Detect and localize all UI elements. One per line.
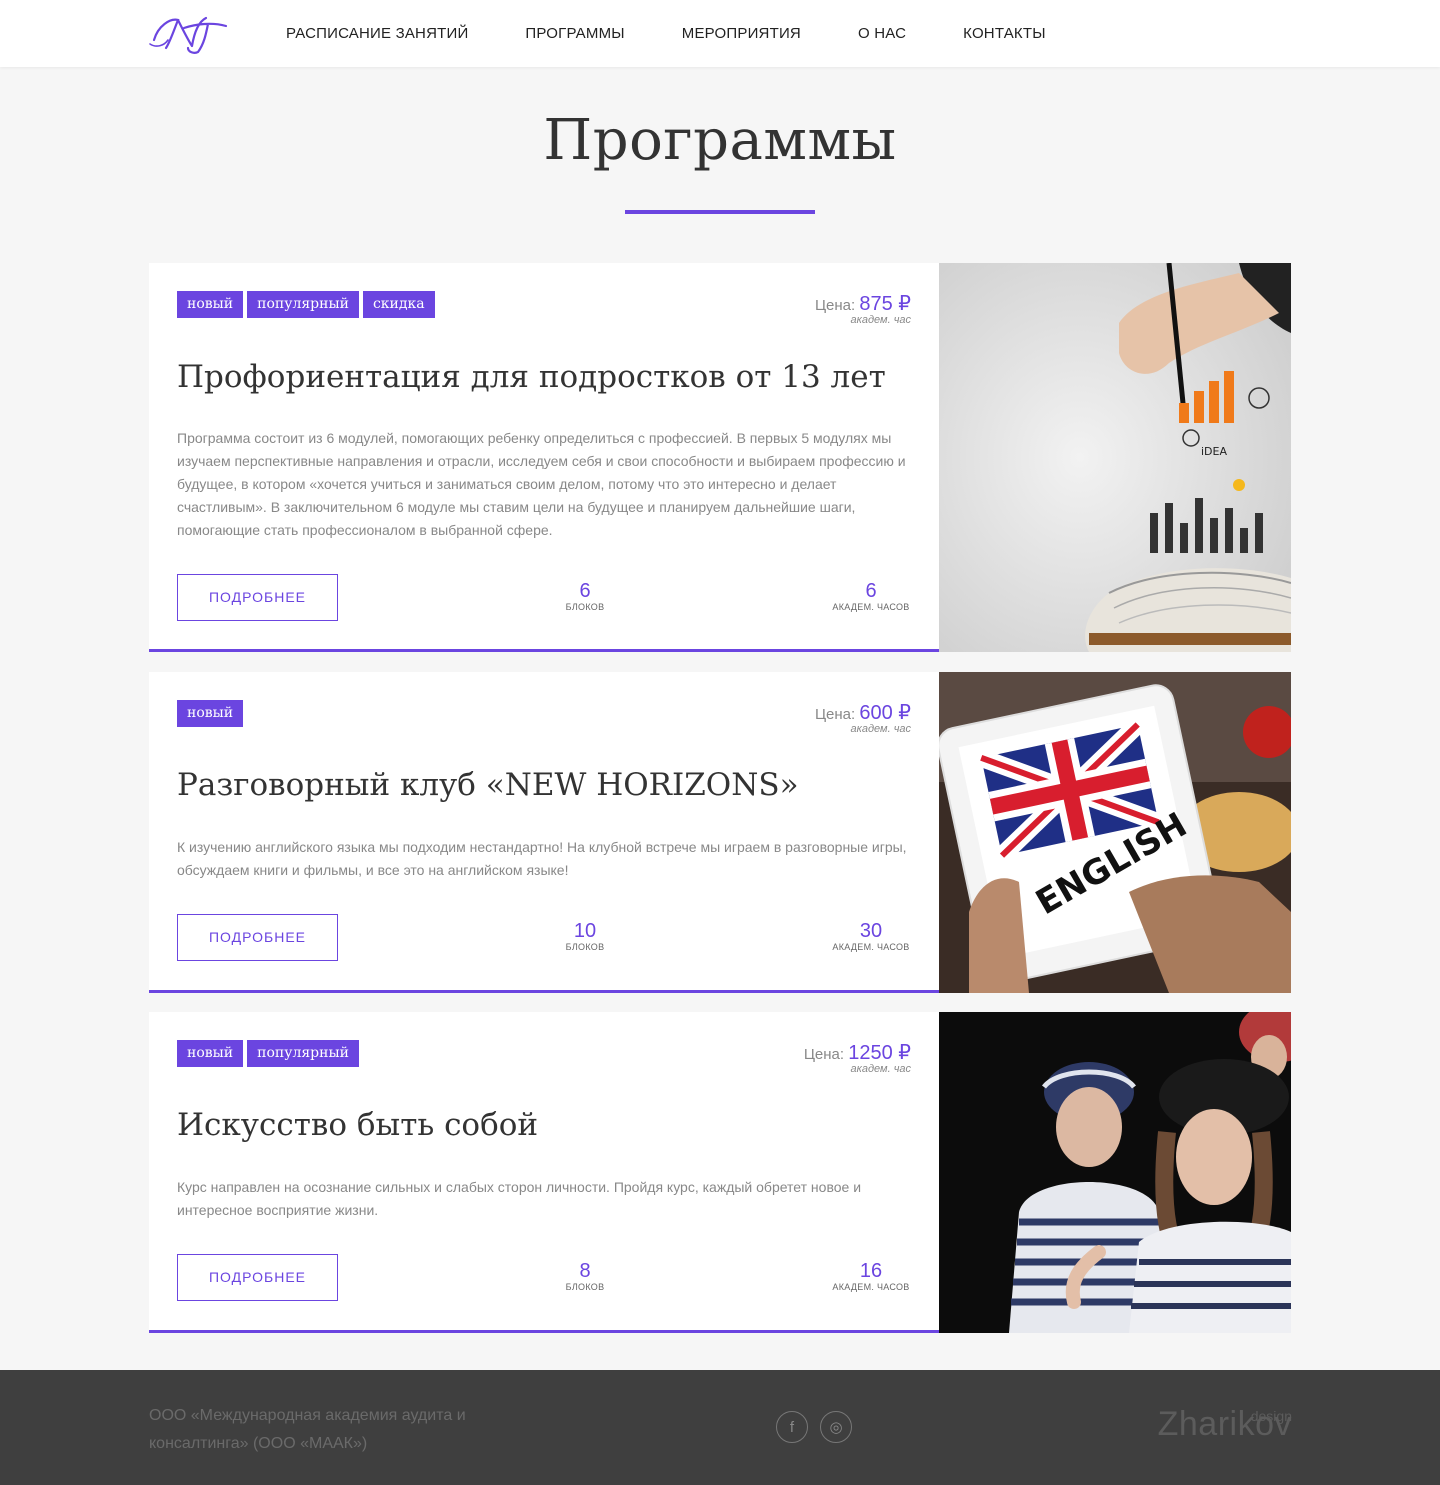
tag-discount[interactable]: скидка [362,291,435,318]
blocks-stat: 6 блоков [535,580,635,612]
price-block: Цена: 1250 ₽ академ. час [804,1040,911,1075]
hours-value: 30 [859,920,883,942]
price-value: 1250 ₽ [848,1042,911,1064]
blocks-label: блоков [565,942,605,952]
program-card: новый популярный Цена: 1250 ₽ академ. ча… [149,1012,1291,1333]
nav-item-about[interactable]: О нас [858,25,906,42]
program-description: Курс направлен на осознание сильных и сл… [177,1179,862,1218]
hours-value: 6 [865,580,877,602]
designer-logo[interactable]: design Zharikov [1150,1396,1292,1456]
nav-item-events[interactable]: Мероприятия [682,25,801,42]
hours-label: академ. часов [832,942,910,952]
page-title: Программы [543,108,897,173]
blocks-label: блоков [565,602,605,612]
tag-list: новый популярный скидка [177,291,435,318]
blocks-value: 6 [579,580,591,602]
tag-list: новый популярный [177,1040,359,1067]
blocks-label: блоков [565,1282,605,1292]
nav-item-contacts[interactable]: Контакты [963,25,1046,42]
blocks-stat: 8 блоков [535,1260,635,1292]
program-image-english: ENGLISH [939,672,1291,993]
tag-popular[interactable]: популярный [247,291,359,318]
blocks-stat: 10 блоков [535,920,635,952]
tag-popular[interactable]: популярный [247,1040,359,1067]
program-image-girls [939,1012,1291,1333]
program-card: новый Цена: 600 ₽ академ. час Разговорны… [149,672,1291,993]
program-card-body: новый популярный Цена: 1250 ₽ академ. ча… [149,1012,939,1333]
program-title[interactable]: Профориентация для подростков от 13 лет [177,359,886,395]
hours-value: 16 [859,1260,883,1282]
tag-new[interactable]: новый [177,291,244,318]
site-footer: ООО «Международная академия аудита и кон… [0,1370,1440,1485]
hours-label: академ. часов [832,1282,910,1292]
hours-label: академ. часов [832,602,910,612]
program-title[interactable]: Разговорный клуб «NEW HORIZONS» [177,767,799,803]
title-underline [625,210,815,214]
program-title[interactable]: Искусство быть собой [177,1107,538,1143]
hours-stat: 6 академ. часов [821,580,921,612]
hours-stat: 30 академ. часов [821,920,921,952]
program-image-career: iDEA [939,263,1291,652]
company-name: ООО «Международная академия аудита и кон… [149,1407,466,1452]
program-card: новый популярный скидка Цена: 875 ₽ акад… [149,263,1291,652]
tag-new[interactable]: новый [177,700,244,727]
more-button[interactable]: Подробнее [177,914,338,961]
price-block: Цена: 600 ₽ академ. час [815,700,911,735]
program-card-body: новый популярный скидка Цена: 875 ₽ акад… [149,263,939,652]
instagram-icon[interactable]: ◎ [820,1411,852,1443]
more-button[interactable]: Подробнее [177,574,338,621]
price-value: 875 ₽ [859,293,911,315]
brand-main: Zharikov [1157,1405,1292,1443]
price-value: 600 ₽ [859,702,911,724]
blocks-value: 8 [579,1260,591,1282]
hours-stat: 16 академ. часов [821,1260,921,1292]
tag-list: новый [177,700,244,727]
facebook-icon[interactable]: f [776,1411,808,1443]
program-description: К изучению английского языка мы подходим… [177,839,907,878]
nav-item-schedule[interactable]: Расписание занятий [286,25,468,42]
site-header: Расписание занятий Программы Мероприятия… [0,0,1440,67]
price-block: Цена: 875 ₽ академ. час [815,291,911,326]
main-nav: Расписание занятий Программы Мероприятия… [286,0,1046,67]
program-card-body: новый Цена: 600 ₽ академ. час Разговорны… [149,672,939,993]
more-button[interactable]: Подробнее [177,1254,338,1301]
blocks-value: 10 [573,920,597,942]
price-label: Цена: [803,1046,845,1063]
logo[interactable] [148,10,228,56]
nav-item-programs[interactable]: Программы [525,25,624,42]
price-label: Цена: [814,297,856,314]
tag-new[interactable]: новый [177,1040,244,1067]
program-description: Программа состоит из 6 модулей, помогающ… [177,430,906,538]
price-label: Цена: [814,706,856,723]
svg-text:iDEA: iDEA [1201,445,1227,458]
